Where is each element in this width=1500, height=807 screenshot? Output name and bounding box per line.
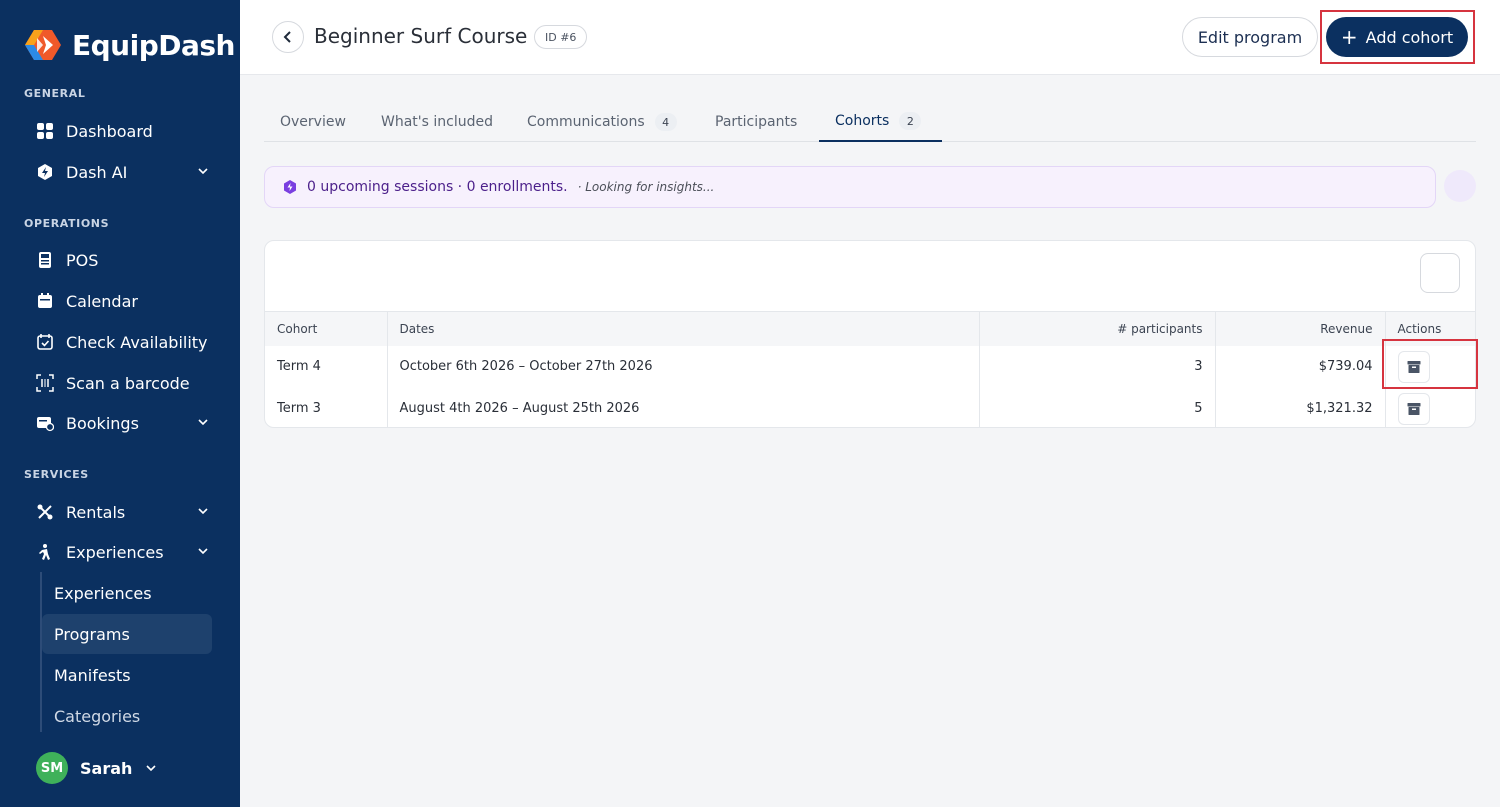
sidebar-item-label: Rentals	[66, 502, 126, 522]
table-row[interactable]: Term 4 October 6th 2026 – October 27th 2…	[265, 345, 1475, 388]
column-header-cohort[interactable]: Cohort	[265, 311, 388, 346]
column-header-revenue[interactable]: Revenue	[1215, 311, 1386, 346]
tab-label: Communications	[527, 114, 645, 130]
tab-communications[interactable]: Communications 4	[511, 102, 693, 142]
sidebar-item-label: Dash AI	[66, 162, 128, 182]
sidebar-item-dashboard[interactable]: Dashboard	[36, 115, 226, 147]
app-name: EquipDash	[72, 28, 235, 62]
cell-participants: 3	[979, 345, 1216, 388]
sidebar-item-pos[interactable]: POS	[36, 244, 226, 276]
sidebar-item-calendar[interactable]: Calendar	[36, 285, 226, 317]
program-tabs: Overview What's included Communications 4…	[264, 102, 1476, 142]
sidebar-subitem-manifests[interactable]: Manifests	[42, 655, 212, 695]
tab-participants[interactable]: Participants	[699, 102, 813, 142]
cell-cohort: Term 4	[265, 345, 388, 388]
sidebar-item-experiences[interactable]: Experiences	[36, 536, 226, 568]
tab-label: Participants	[715, 114, 798, 130]
column-header-participants[interactable]: # participants	[979, 311, 1216, 346]
sidebar-item-dash-ai[interactable]: Dash AI	[36, 156, 226, 188]
sidebar-item-label: POS	[66, 250, 99, 270]
pos-icon	[36, 251, 54, 269]
table-header-row: Cohort Dates # participants Revenue Acti…	[265, 311, 1475, 346]
cell-dates: August 4th 2026 – August 25th 2026	[387, 387, 980, 427]
edit-program-button[interactable]: Edit program	[1182, 17, 1318, 57]
barcode-icon	[36, 374, 54, 392]
user-name: Sarah	[80, 758, 133, 778]
dash-ai-icon	[36, 163, 54, 181]
chevron-down-icon	[198, 508, 208, 515]
highlight-box-add-cohort	[1320, 10, 1475, 64]
section-label-operations: OPERATIONS	[24, 217, 110, 230]
tab-label: What's included	[381, 114, 493, 130]
sidebar-item-label: Dashboard	[66, 121, 153, 141]
sidebar-item-label: Calendar	[66, 291, 138, 311]
cohorts-table: Cohort Dates # participants Revenue Acti…	[265, 311, 1475, 428]
insight-banner: 0 upcoming sessions · 0 enrollments. · L…	[264, 166, 1436, 208]
avatar: SM	[36, 752, 68, 784]
tab-label: Cohorts	[835, 113, 890, 129]
archive-icon	[1407, 402, 1420, 415]
user-menu[interactable]: SM Sarah	[36, 752, 158, 784]
table-row[interactable]: Term 3 August 4th 2026 – August 25th 202…	[265, 387, 1475, 428]
sidebar: EquipDash GENERAL Dashboard Dash AI OPER…	[0, 0, 240, 807]
cell-participants: 5	[979, 387, 1216, 427]
experiences-icon	[36, 543, 54, 561]
dashboard-icon	[36, 122, 54, 140]
back-button[interactable]	[272, 21, 304, 53]
cell-revenue: $739.04	[1215, 345, 1386, 388]
sidebar-subitem-experiences[interactable]: Experiences	[42, 573, 212, 613]
cohorts-card: Cohort Dates # participants Revenue Acti…	[264, 240, 1476, 428]
equipdash-logo-icon	[25, 30, 61, 60]
tab-whats-included[interactable]: What's included	[365, 102, 509, 142]
calendar-icon	[36, 292, 54, 310]
insight-text: 0 upcoming sessions · 0 enrollments.	[307, 179, 568, 195]
sidebar-item-label: Scan a barcode	[66, 373, 190, 393]
insight-status: · Looking for insights...	[577, 180, 715, 194]
section-label-services: SERVICES	[24, 468, 89, 481]
sidebar-item-rentals[interactable]: Rentals	[36, 496, 226, 528]
sidebar-item-scan-barcode[interactable]: Scan a barcode	[36, 367, 226, 399]
cell-revenue: $1,321.32	[1215, 387, 1386, 427]
sidebar-subitem-categories[interactable]: Categories	[42, 696, 212, 736]
rentals-icon	[36, 503, 54, 521]
insight-action-button[interactable]	[1444, 170, 1476, 202]
section-label-general: GENERAL	[24, 87, 86, 100]
column-header-dates[interactable]: Dates	[387, 311, 980, 346]
tab-overview[interactable]: Overview	[264, 102, 362, 142]
tab-label: Overview	[280, 114, 346, 130]
tab-count-badge: 2	[899, 112, 922, 130]
tab-cohorts[interactable]: Cohorts 2	[819, 102, 942, 142]
app-logo[interactable]: EquipDash	[24, 26, 235, 64]
check-availability-icon	[36, 333, 54, 351]
highlight-box-archive	[1382, 339, 1478, 389]
sidebar-item-check-availability[interactable]: Check Availability	[36, 326, 226, 358]
sidebar-item-label: Experiences	[66, 542, 164, 562]
sidebar-item-label: Bookings	[66, 413, 139, 433]
insight-icon	[284, 180, 296, 194]
back-arrow-icon	[283, 31, 291, 43]
archive-button[interactable]	[1397, 392, 1430, 425]
cell-cohort: Term 3	[265, 387, 388, 427]
bookings-icon	[36, 414, 54, 432]
tab-count-badge: 4	[654, 113, 677, 131]
table-settings-button[interactable]	[1420, 253, 1460, 293]
chevron-down-icon	[146, 765, 156, 772]
sidebar-item-bookings[interactable]: Bookings	[36, 407, 226, 439]
id-badge: ID #6	[534, 25, 588, 49]
chevron-down-icon	[198, 168, 208, 175]
page-header: Beginner Surf Course ID #6 Edit program …	[240, 0, 1500, 75]
cell-actions	[1385, 388, 1475, 428]
chevron-down-icon	[198, 419, 208, 426]
sidebar-item-label: Check Availability	[66, 332, 208, 352]
cell-dates: October 6th 2026 – October 27th 2026	[387, 345, 980, 388]
chevron-up-icon	[198, 548, 208, 555]
page-title: Beginner Surf Course	[314, 24, 528, 48]
sidebar-subitem-programs[interactable]: Programs	[42, 614, 212, 654]
